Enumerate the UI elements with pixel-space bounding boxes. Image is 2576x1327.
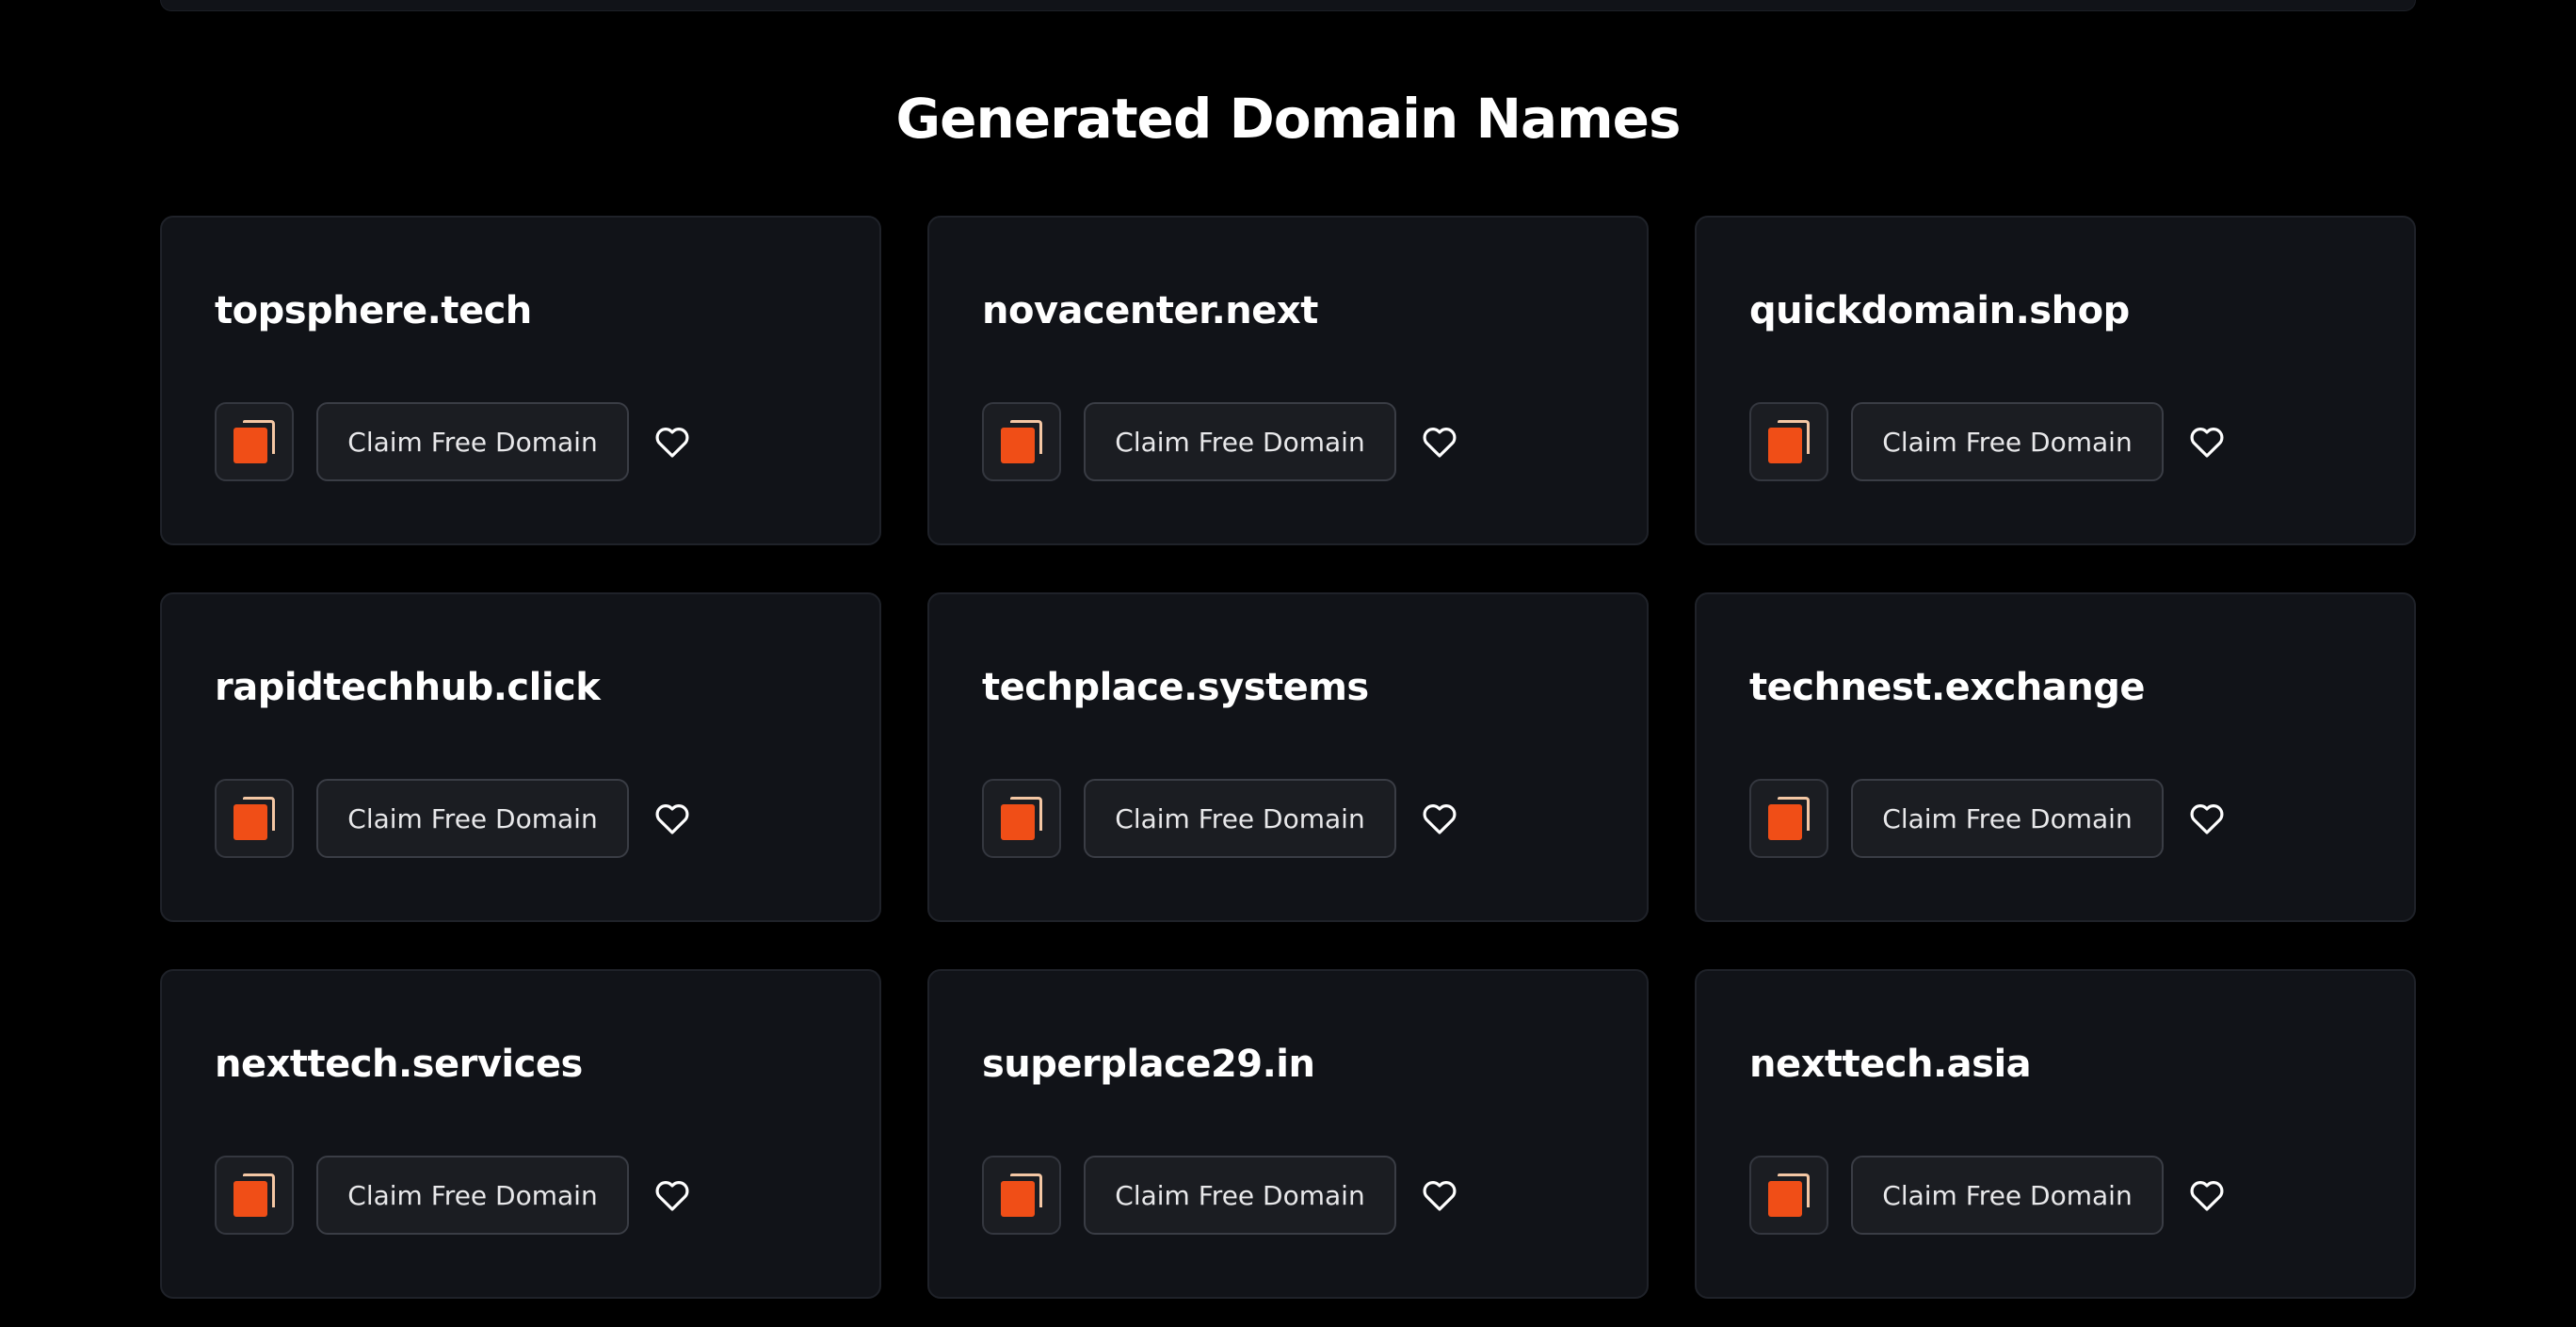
favorite-button[interactable] xyxy=(652,798,693,839)
heart-icon xyxy=(1423,1181,1457,1211)
favorite-button[interactable] xyxy=(2186,798,2228,839)
favorite-button[interactable] xyxy=(652,1174,693,1216)
domain-card: topsphere.tech Claim Free Domain xyxy=(160,216,881,545)
favorite-button[interactable] xyxy=(1419,798,1460,839)
favorite-button[interactable] xyxy=(1419,421,1460,462)
card-actions: Claim Free Domain xyxy=(1749,1156,2228,1235)
copy-button[interactable] xyxy=(215,402,294,481)
favorite-button[interactable] xyxy=(2186,421,2228,462)
favorite-button[interactable] xyxy=(2186,1174,2228,1216)
favorite-button[interactable] xyxy=(652,421,693,462)
domain-name: quickdomain.shop xyxy=(1749,289,2130,332)
heart-icon xyxy=(655,804,689,834)
domain-card: techplace.systems Claim Free Domain xyxy=(927,592,1649,922)
heart-icon xyxy=(1423,428,1457,458)
domain-name: superplace29.in xyxy=(982,1043,1315,1086)
copy-button[interactable] xyxy=(1749,402,1828,481)
copy-icon xyxy=(1768,420,1810,463)
domain-name: nexttech.services xyxy=(215,1043,583,1086)
domain-card: nexttech.asia Claim Free Domain xyxy=(1695,969,2416,1299)
copy-icon xyxy=(233,1173,275,1217)
copy-button[interactable] xyxy=(1749,1156,1828,1235)
card-actions: Claim Free Domain xyxy=(215,402,693,481)
copy-button[interactable] xyxy=(215,1156,294,1235)
domain-name: rapidtechhub.click xyxy=(215,666,601,709)
card-actions: Claim Free Domain xyxy=(1749,402,2228,481)
card-actions: Claim Free Domain xyxy=(982,779,1460,858)
claim-free-domain-button[interactable]: Claim Free Domain xyxy=(316,1156,629,1235)
copy-button[interactable] xyxy=(982,779,1061,858)
claim-free-domain-button[interactable]: Claim Free Domain xyxy=(1084,1156,1396,1235)
copy-icon xyxy=(1001,420,1042,463)
card-actions: Claim Free Domain xyxy=(215,1156,693,1235)
card-actions: Claim Free Domain xyxy=(215,779,693,858)
domain-name: nexttech.asia xyxy=(1749,1043,2032,1086)
copy-button[interactable] xyxy=(215,779,294,858)
domain-grid: topsphere.tech Claim Free Domain novacen… xyxy=(160,216,2416,1299)
copy-icon xyxy=(1001,797,1042,840)
claim-free-domain-button[interactable]: Claim Free Domain xyxy=(1851,779,2164,858)
domain-name: technest.exchange xyxy=(1749,666,2146,709)
domain-name: techplace.systems xyxy=(982,666,1369,709)
card-actions: Claim Free Domain xyxy=(982,1156,1460,1235)
card-actions: Claim Free Domain xyxy=(982,402,1460,481)
claim-free-domain-button[interactable]: Claim Free Domain xyxy=(1851,402,2164,481)
claim-free-domain-button[interactable]: Claim Free Domain xyxy=(1851,1156,2164,1235)
copy-icon xyxy=(1001,1173,1042,1217)
copy-icon xyxy=(233,797,275,840)
section-title: Generated Domain Names xyxy=(895,87,1682,151)
domain-card: nexttech.services Claim Free Domain xyxy=(160,969,881,1299)
copy-button[interactable] xyxy=(1749,779,1828,858)
domain-card: technest.exchange Claim Free Domain xyxy=(1695,592,2416,922)
card-actions: Claim Free Domain xyxy=(1749,779,2228,858)
domain-name: topsphere.tech xyxy=(215,289,532,332)
copy-button[interactable] xyxy=(982,402,1061,481)
copy-icon xyxy=(233,420,275,463)
domain-card: rapidtechhub.click Claim Free Domain xyxy=(160,592,881,922)
domain-name: novacenter.next xyxy=(982,289,1318,332)
heart-icon xyxy=(2190,1181,2224,1211)
domain-card: novacenter.next Claim Free Domain xyxy=(927,216,1649,545)
heart-icon xyxy=(655,428,689,458)
heart-icon xyxy=(2190,804,2224,834)
claim-free-domain-button[interactable]: Claim Free Domain xyxy=(1084,402,1396,481)
page: Generated Domain Names topsphere.tech Cl… xyxy=(0,0,2576,1327)
top-panel-edge xyxy=(160,0,2416,11)
heart-icon xyxy=(2190,428,2224,458)
copy-button[interactable] xyxy=(982,1156,1061,1235)
claim-free-domain-button[interactable]: Claim Free Domain xyxy=(316,779,629,858)
domain-card: superplace29.in Claim Free Domain xyxy=(927,969,1649,1299)
domain-card: quickdomain.shop Claim Free Domain xyxy=(1695,216,2416,545)
claim-free-domain-button[interactable]: Claim Free Domain xyxy=(316,402,629,481)
favorite-button[interactable] xyxy=(1419,1174,1460,1216)
claim-free-domain-button[interactable]: Claim Free Domain xyxy=(1084,779,1396,858)
heart-icon xyxy=(655,1181,689,1211)
heart-icon xyxy=(1423,804,1457,834)
copy-icon xyxy=(1768,1173,1810,1217)
copy-icon xyxy=(1768,797,1810,840)
